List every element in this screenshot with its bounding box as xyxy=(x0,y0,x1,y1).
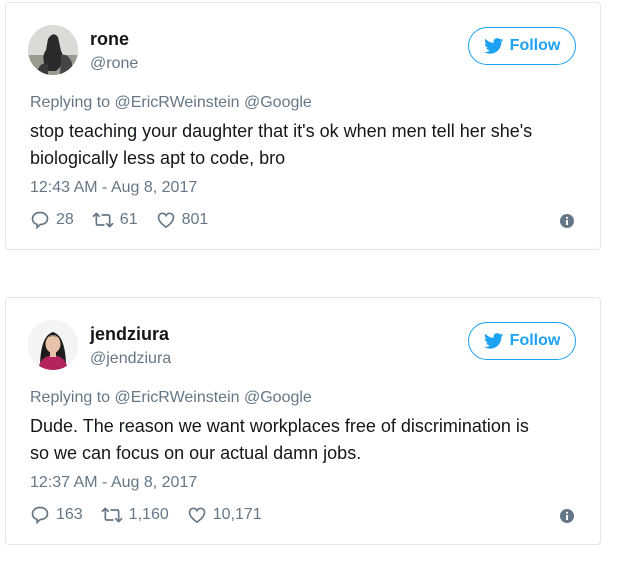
retweet-count: 1,160 xyxy=(128,506,169,523)
like-button[interactable]: 10,171 xyxy=(187,505,262,525)
timestamp[interactable]: 12:37 AM - Aug 8, 2017 xyxy=(30,474,197,492)
mention-link[interactable]: @Google xyxy=(244,389,312,406)
tweet-text: Dude. The reason we want workplaces free… xyxy=(30,413,580,467)
user-name[interactable]: rone xyxy=(90,29,129,50)
tweet-text-line: Dude. The reason we want workplaces free… xyxy=(30,416,529,436)
retweet-count: 61 xyxy=(119,211,138,228)
follow-label: Follow xyxy=(509,332,561,349)
retweet-icon xyxy=(92,210,114,230)
like-button[interactable]: 801 xyxy=(156,210,209,230)
tweet-text-line: stop teaching your daughter that it's ok… xyxy=(30,121,533,141)
reply-count: 163 xyxy=(56,506,83,523)
retweet-icon xyxy=(101,505,123,525)
reply-icon xyxy=(30,210,50,230)
reply-icon xyxy=(30,505,50,525)
follow-button[interactable]: Follow xyxy=(468,27,576,65)
replying-to: Replying to @EricRWeinstein @Google xyxy=(30,389,312,407)
heart-icon xyxy=(156,210,176,230)
avatar[interactable] xyxy=(28,320,78,370)
mention-link[interactable]: @EricRWeinstein xyxy=(115,389,240,406)
like-count: 10,171 xyxy=(212,506,262,523)
replying-prefix: Replying to xyxy=(30,94,111,111)
twitter-bird-icon xyxy=(483,38,504,54)
tweet-text-line: so we can focus on our actual damn jobs. xyxy=(30,443,362,463)
reply-count: 28 xyxy=(56,211,74,228)
user-handle[interactable]: @rone xyxy=(90,55,138,73)
avatar[interactable] xyxy=(28,25,78,75)
twitter-bird-icon xyxy=(483,333,504,349)
reply-button[interactable]: 28 xyxy=(30,210,74,230)
like-count: 801 xyxy=(181,211,209,228)
tweet-card: rone @rone Follow Replying to @EricRWein… xyxy=(5,2,601,250)
mention-link[interactable]: @EricRWeinstein xyxy=(115,94,240,111)
replying-prefix: Replying to xyxy=(30,389,111,406)
action-bar: 28 61 801 xyxy=(30,210,226,230)
action-bar: 163 1,160 10,171 xyxy=(30,505,280,525)
mention-link[interactable]: @Google xyxy=(244,94,312,111)
follow-button[interactable]: Follow xyxy=(468,322,576,360)
reply-button[interactable]: 163 xyxy=(30,505,83,525)
user-name[interactable]: jendziura xyxy=(90,324,169,345)
user-handle[interactable]: @jendziura xyxy=(90,350,171,368)
heart-icon xyxy=(187,505,207,525)
tweet-card: jendziura @jendziura Follow Replying to … xyxy=(5,297,601,545)
follow-label: Follow xyxy=(509,37,561,54)
info-icon[interactable] xyxy=(560,509,574,523)
retweet-button[interactable]: 1,160 xyxy=(101,505,169,525)
info-icon[interactable] xyxy=(560,214,574,228)
replying-to: Replying to @EricRWeinstein @Google xyxy=(30,94,312,112)
retweet-button[interactable]: 61 xyxy=(92,210,138,230)
tweet-text-line: biologically less apt to code, bro xyxy=(30,148,286,168)
tweet-text: stop teaching your daughter that it's ok… xyxy=(30,118,580,172)
timestamp[interactable]: 12:43 AM - Aug 8, 2017 xyxy=(30,179,197,197)
